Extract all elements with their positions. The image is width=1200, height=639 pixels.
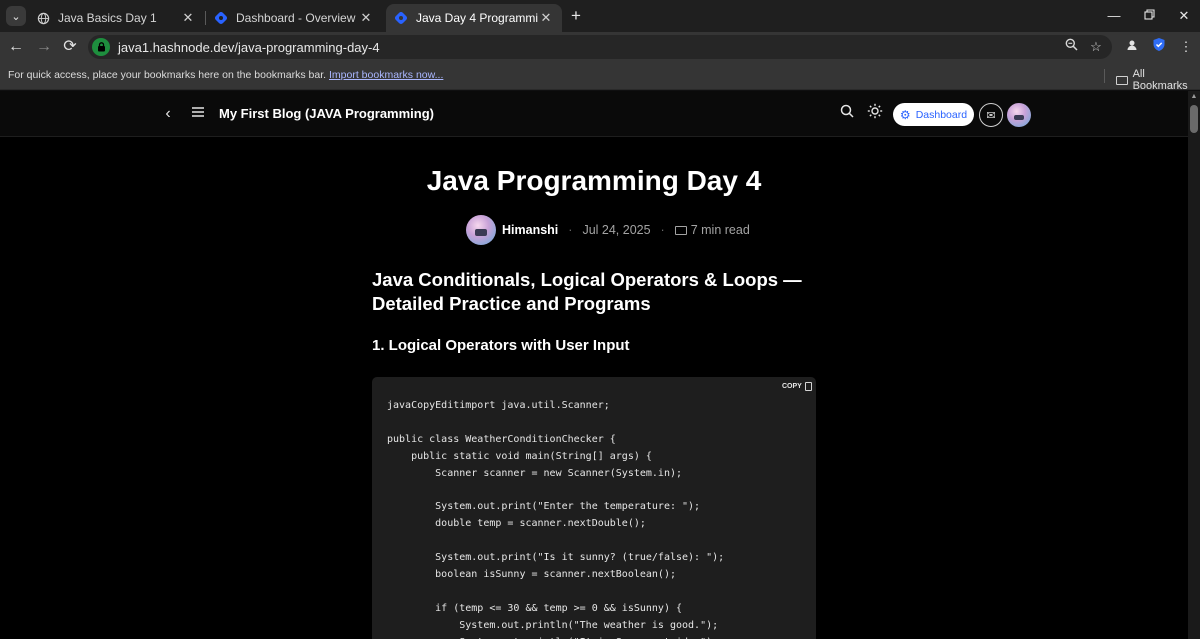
theme-sun-icon[interactable] — [864, 103, 886, 125]
site-header: ‹ My First Blog (JAVA Programming) ⚙ Das… — [0, 91, 1188, 137]
search-icon[interactable] — [836, 103, 858, 125]
forward-arrow-icon[interactable]: → — [33, 36, 55, 58]
all-bookmarks-label: All Bookmarks — [1132, 68, 1188, 92]
restore-icon[interactable] — [1139, 6, 1159, 26]
bookmarks-bar: For quick access, place your bookmarks h… — [0, 62, 1200, 92]
post-date: Jul 24, 2025 — [582, 223, 651, 237]
profile-icon[interactable] — [1122, 37, 1142, 57]
blog-title[interactable]: My First Blog (JAVA Programming) — [219, 106, 434, 121]
bookmarks-hint-text: For quick access, place your bookmarks h… — [8, 69, 327, 81]
inbox-button[interactable]: ✉ — [979, 103, 1003, 127]
tab-title: Dashboard - Overview — [236, 11, 356, 25]
tab-search-button[interactable]: ⌄ — [6, 6, 26, 26]
inbox-icon: ✉ — [986, 109, 996, 122]
bookmarks-hint: For quick access, place your bookmarks h… — [8, 69, 443, 81]
lock-icon[interactable] — [92, 38, 110, 56]
bookmarks-divider — [1104, 69, 1105, 83]
browser-toolbar: ← → ⟳ java1.hashnode.dev/java-programmin… — [0, 32, 1200, 62]
dashboard-label: Dashboard — [915, 108, 968, 121]
scroll-up-arrow-icon[interactable]: ▲ — [1188, 93, 1200, 101]
tab-java-day-4[interactable]: Java Day 4 Programming Practi ✕ — [386, 4, 562, 32]
hashnode-icon — [214, 11, 228, 25]
chevron-down-icon: ⌄ — [11, 10, 21, 23]
tab-strip: ⌄ Java Basics Day 1 ✕ Dashboard - Overvi… — [0, 0, 1200, 32]
gear-icon: ⚙ — [899, 107, 911, 122]
close-icon[interactable]: ✕ — [180, 10, 196, 26]
reload-icon[interactable]: ⟳ — [59, 36, 81, 58]
bookmark-star-icon[interactable]: ☆ — [1087, 38, 1105, 56]
url-text[interactable]: java1.hashnode.dev/java-programming-day-… — [118, 40, 380, 55]
globe-icon — [36, 11, 50, 25]
folder-icon — [1116, 75, 1128, 85]
tab-title: Java Basics Day 1 — [58, 11, 157, 25]
close-window-icon[interactable]: ✕ — [1174, 6, 1194, 26]
page-scrollbar[interactable]: ▲ — [1188, 91, 1200, 639]
author-avatar[interactable] — [466, 215, 496, 245]
address-bar[interactable]: java1.hashnode.dev/java-programming-day-… — [88, 35, 1112, 59]
minimize-icon[interactable]: — — [1104, 6, 1124, 26]
author-name[interactable]: Himanshi — [502, 223, 558, 237]
tab-java-basics[interactable]: Java Basics Day 1 ✕ — [28, 4, 204, 32]
tab-title: Java Day 4 Programming Practi — [416, 11, 538, 25]
separator-dot: · — [568, 223, 573, 237]
new-tab-button[interactable]: + — [566, 6, 586, 26]
subsection-heading: 1. Logical Operators with User Input — [372, 337, 630, 354]
back-arrow-icon[interactable]: ← — [5, 36, 27, 58]
read-time: 7 min read — [690, 223, 750, 237]
copy-label: COPY — [782, 383, 802, 390]
zoom-icon[interactable] — [1062, 38, 1080, 56]
section-heading: Java Conditionals, Logical Operators & L… — [372, 269, 802, 314]
hamburger-menu-icon[interactable] — [187, 103, 209, 125]
tab-dashboard-overview[interactable]: Dashboard - Overview ✕ — [206, 4, 382, 32]
extension-shield-icon[interactable] — [1149, 37, 1169, 57]
post-title: Java Programming Day 4 — [426, 165, 762, 196]
close-icon[interactable]: ✕ — [358, 10, 374, 26]
hashnode-icon — [394, 11, 408, 25]
copy-button[interactable]: COPY — [782, 382, 812, 391]
close-icon[interactable]: ✕ — [538, 10, 554, 26]
code-block: COPY javaCopyEditimport java.util.Scanne… — [372, 377, 816, 639]
separator-dot: · — [660, 223, 665, 237]
clipboard-icon — [804, 382, 812, 391]
code-text: javaCopyEditimport java.util.Scanner; pu… — [387, 400, 725, 639]
book-icon — [674, 225, 687, 235]
chevron-left-icon[interactable]: ‹ — [157, 103, 179, 125]
page-content: ‹ My First Blog (JAVA Programming) ⚙ Das… — [0, 91, 1188, 639]
dashboard-button[interactable]: ⚙ Dashboard — [893, 103, 974, 126]
post-meta: Himanshi · Jul 24, 2025 · 7 min read — [466, 215, 750, 245]
import-bookmarks-link[interactable]: Import bookmarks now... — [329, 69, 443, 81]
menu-kebab-icon[interactable]: ⋮ — [1176, 37, 1196, 57]
scrollbar-thumb[interactable] — [1190, 105, 1198, 133]
user-avatar[interactable] — [1007, 103, 1031, 127]
all-bookmarks-button[interactable]: All Bookmarks — [1116, 68, 1200, 92]
